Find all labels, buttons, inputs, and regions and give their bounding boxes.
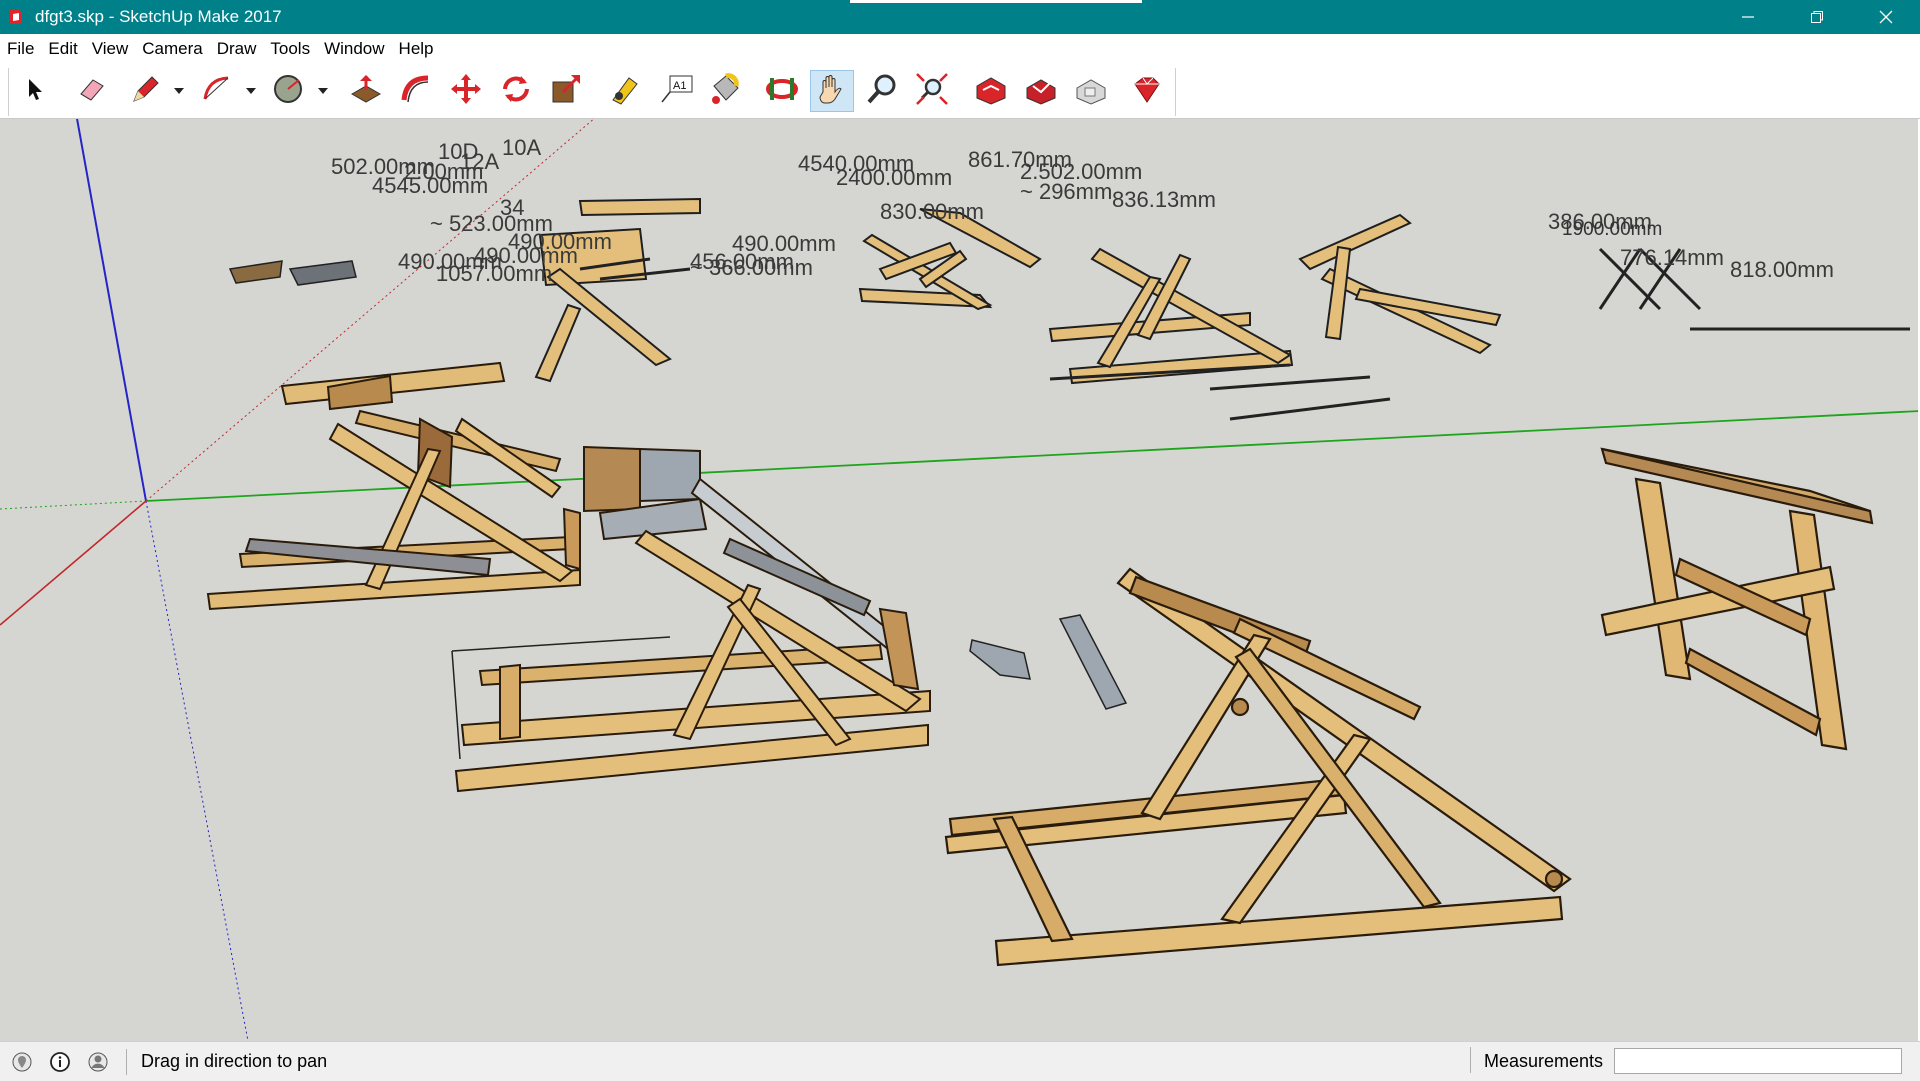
geo-location-icon[interactable] [9, 1049, 35, 1075]
line-dropdown-chevron-down-icon[interactable] [174, 86, 184, 96]
pushpull-icon [348, 72, 384, 111]
pencil-icon [128, 73, 160, 110]
push-pull-tool-button[interactable] [344, 70, 388, 112]
move-tool-button[interactable] [444, 70, 488, 112]
tape-measure-icon [609, 72, 643, 111]
dimension-label: ~ 366.00mm [690, 255, 813, 280]
3d-warehouse-button[interactable] [968, 70, 1012, 112]
dimension-label: 2400.00mm [836, 165, 952, 190]
circle-icon [271, 72, 305, 111]
zoom-extents-tool-button[interactable] [910, 70, 954, 112]
menu-file[interactable]: File [0, 34, 41, 64]
scale-tool-button[interactable] [544, 70, 588, 112]
sketchup-logo-icon [6, 7, 26, 27]
paint-bucket-icon [708, 72, 744, 111]
dimension-label: 10A [502, 135, 541, 160]
scale-icon [549, 72, 583, 111]
stand-model-front[interactable] [944, 567, 1572, 967]
menu-window[interactable]: Window [317, 34, 391, 64]
shapes-dropdown-chevron-down-icon[interactable] [318, 86, 328, 96]
eraser-icon [77, 74, 107, 109]
menu-draw[interactable]: Draw [210, 34, 264, 64]
dimension-label: 830.00mm [880, 199, 984, 224]
dimension-label: 776.14mm [1620, 245, 1724, 270]
menu-tools[interactable]: Tools [263, 34, 317, 64]
dimension-label: 490.00mm [732, 231, 836, 256]
eraser-tool-button[interactable] [70, 70, 114, 112]
dimension-label: 836.13mm [1112, 187, 1216, 212]
menu-camera[interactable]: Camera [135, 34, 209, 64]
share-component-button[interactable] [1018, 70, 1062, 112]
user-account-icon[interactable] [85, 1049, 111, 1075]
menu-help[interactable]: Help [392, 34, 441, 64]
paint-bucket-tool-button[interactable] [704, 70, 748, 112]
toolbar: A1 [0, 64, 1920, 119]
followme-icon [398, 72, 434, 111]
stand-model-center[interactable] [451, 445, 931, 793]
window-title: dfgt3.skp - SketchUp Make 2017 [35, 7, 282, 26]
measurements-input[interactable] [1614, 1048, 1902, 1074]
dimension-label: 4545.00mm [372, 173, 488, 198]
select-tool-button[interactable] [12, 70, 56, 112]
dimension-label: ~ 296mm [1020, 179, 1112, 204]
pan-tool-button[interactable] [810, 70, 854, 112]
minimize-button[interactable] [1713, 0, 1782, 34]
green-axis-negative [0, 500, 147, 510]
tape-measure-tool-button[interactable] [604, 70, 648, 112]
warehouse-icon [973, 72, 1007, 111]
shapes-tool-button[interactable] [266, 70, 310, 112]
magnifier-icon [865, 72, 899, 111]
follow-me-tool-button[interactable] [394, 70, 438, 112]
bench-model-right[interactable] [1600, 447, 1874, 751]
zoom-extents-icon [915, 72, 949, 111]
measurements-separator [1470, 1047, 1471, 1073]
arrow-icon [23, 76, 45, 107]
blue-axis [76, 119, 147, 502]
arc-icon [200, 73, 234, 110]
close-button[interactable] [1851, 0, 1920, 34]
title-bar: dfgt3.skp - SketchUp Make 2017 [0, 0, 1920, 34]
arc-dropdown-chevron-down-icon[interactable] [246, 86, 256, 96]
hand-icon [815, 72, 849, 111]
red-axis [0, 500, 147, 626]
menu-bar: File Edit View Camera Draw Tools Window … [0, 34, 1920, 64]
share-component-icon [1023, 72, 1057, 111]
dimension-label: 1057.00mm [436, 261, 552, 286]
viewport-canvas: 502.00mm 10D 10A 12A 2.00mm 4545.00mm ~ … [0, 119, 1920, 1041]
menu-view[interactable]: View [85, 34, 136, 64]
extension-warehouse-button[interactable] [1068, 70, 1112, 112]
rotate-icon [499, 72, 533, 111]
blue-axis-negative [145, 500, 249, 1041]
text-tool-label: A1 [673, 80, 686, 92]
credits-info-icon[interactable] [47, 1049, 73, 1075]
text-icon: A1 [658, 72, 694, 111]
orbit-icon [764, 72, 800, 111]
ruby-icon [1129, 72, 1163, 111]
orbit-tool-button[interactable] [760, 70, 804, 112]
arc-tool-button[interactable] [195, 70, 239, 112]
maximize-button[interactable] [1782, 0, 1851, 34]
menu-edit[interactable]: Edit [41, 34, 84, 64]
status-message: Drag in direction to pan [141, 1051, 328, 1071]
status-separator [126, 1048, 127, 1075]
measurements-label: Measurements [1484, 1051, 1604, 1071]
extension-icon [1073, 72, 1107, 111]
dimension-label: 818.00mm [1730, 257, 1834, 282]
ruby-console-button[interactable] [1124, 70, 1168, 112]
line-tool-button[interactable] [122, 70, 166, 112]
model-viewport[interactable]: 502.00mm 10D 10A 12A 2.00mm 4545.00mm ~ … [0, 119, 1920, 1041]
background-models[interactable] [534, 197, 1502, 385]
move-icon [449, 72, 483, 111]
title-accent-bar [850, 0, 1142, 3]
dimension-label: 34 [500, 195, 524, 220]
dimension-label: 1900.00mm [1562, 219, 1662, 240]
text-tool-button[interactable]: A1 [654, 70, 698, 112]
rotate-tool-button[interactable] [494, 70, 538, 112]
zoom-tool-button[interactable] [860, 70, 904, 112]
